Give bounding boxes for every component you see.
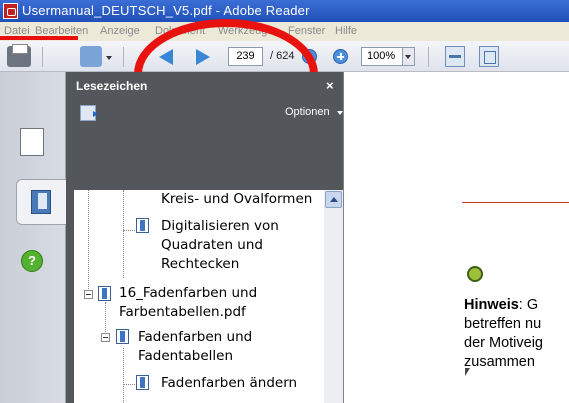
previous-page-button[interactable] [157, 46, 179, 67]
zoom-level-field[interactable]: 100% [361, 47, 403, 66]
panel-title: Lesezeichen [76, 79, 148, 93]
panel-header: Lesezeichen × [66, 72, 343, 100]
chevron-down-icon[interactable] [106, 56, 112, 60]
document-line: der Motiveig [464, 335, 543, 351]
bookmark-label-line: Fadenfarben und [138, 329, 253, 345]
menu-hilfe[interactable]: Hilfe [335, 25, 357, 37]
document-view[interactable]: Hinweis: G betreffen nu der Motiveig zus… [343, 72, 569, 403]
menu-fenster[interactable]: Fenster [288, 25, 325, 37]
toolbar: 239 / 624 100% [0, 41, 569, 72]
bookmark-label: Fadenfarben ändern [161, 375, 298, 391]
bookmark-label-line: 16_Fadenfarben und [119, 285, 258, 301]
bookmark-scrollbar[interactable] [324, 190, 343, 403]
scroll-up-icon[interactable] [325, 191, 342, 208]
menu-anzeige[interactable]: Anzeige [100, 25, 140, 37]
collapse-toggle-icon[interactable] [84, 290, 93, 299]
bookmark-label-line: Quadraten und [161, 237, 263, 253]
close-icon[interactable]: × [326, 78, 334, 93]
window-title: Usermanual_DEUTSCH_V5.pdf - Adobe Reader [22, 3, 310, 18]
pages-icon[interactable] [20, 128, 44, 156]
bookmark-action-icon[interactable] [80, 105, 98, 121]
bookmarks-icon [31, 190, 51, 214]
toolbar-separator [123, 47, 124, 67]
arrow-left-icon [159, 49, 173, 65]
menu-dokument[interactable]: Dokument [155, 25, 205, 37]
toolbar-separator [428, 47, 429, 67]
collapse-toggle-icon[interactable] [101, 333, 110, 342]
tree-connector [123, 384, 135, 385]
bookmark-icon [98, 286, 111, 301]
page-number-input[interactable]: 239 [228, 47, 263, 66]
note-label: Hinweis [464, 297, 519, 313]
fit-page-icon[interactable] [479, 46, 499, 67]
bookmark-icon [136, 218, 149, 233]
adobe-reader-icon [3, 3, 18, 19]
navigation-pane-strip: ? [0, 72, 66, 403]
document-line: betreffen nu [464, 316, 542, 332]
zoom-in-icon[interactable] [333, 49, 348, 64]
page-total: / 624 [270, 50, 295, 62]
bookmark-label: Kreis- und Ovalformen [161, 191, 313, 207]
chevron-down-icon [405, 55, 411, 59]
print-icon[interactable] [7, 44, 31, 67]
bookmark-icon [116, 329, 129, 344]
bookmarks-tab[interactable] [16, 179, 66, 225]
tree-connector [123, 348, 124, 403]
zoom-dropdown-button[interactable] [403, 47, 415, 66]
menu-bar: Datei Bearbeiten Anzeige Dokument Werkze… [0, 22, 569, 41]
document-text: Hinweis: G betreffen nu der Motiveig zus… [464, 296, 543, 372]
fit-width-icon[interactable] [445, 46, 465, 67]
arrow-right-icon [196, 49, 210, 65]
next-page-button[interactable] [191, 46, 213, 67]
bookmark-tree: Kreis- und Ovalformen Digitalisieren von… [74, 190, 324, 403]
bookmark-label-line: Digitalisieren von [161, 218, 279, 234]
tree-connector [123, 230, 135, 231]
options-button[interactable]: Optionen [285, 106, 330, 118]
bookmark-label-line: Fadentabellen [138, 348, 234, 364]
annotation-underline [0, 36, 78, 40]
collaborate-icon[interactable] [80, 46, 102, 67]
note-label-suffix: : G [518, 297, 539, 313]
document-line: zusammen [464, 354, 535, 370]
zoom-out-icon[interactable] [302, 49, 317, 64]
bookmark-icon [136, 375, 149, 390]
page-rule [462, 202, 569, 203]
tree-connector [88, 190, 89, 295]
note-icon [467, 266, 483, 282]
mouse-cursor-icon [465, 368, 470, 376]
menu-werkzeuge[interactable]: Werkzeuge [218, 25, 273, 37]
bookmark-label-line: Rechtecken [161, 256, 240, 272]
help-icon[interactable]: ? [21, 250, 43, 272]
tree-connector [123, 190, 124, 278]
panel-toolbar: Optionen [66, 100, 343, 126]
window-title-bar: Usermanual_DEUTSCH_V5.pdf - Adobe Reader [0, 0, 569, 22]
toolbar-separator [42, 47, 43, 67]
bookmark-label-line: Farbentabellen.pdf [119, 304, 246, 320]
